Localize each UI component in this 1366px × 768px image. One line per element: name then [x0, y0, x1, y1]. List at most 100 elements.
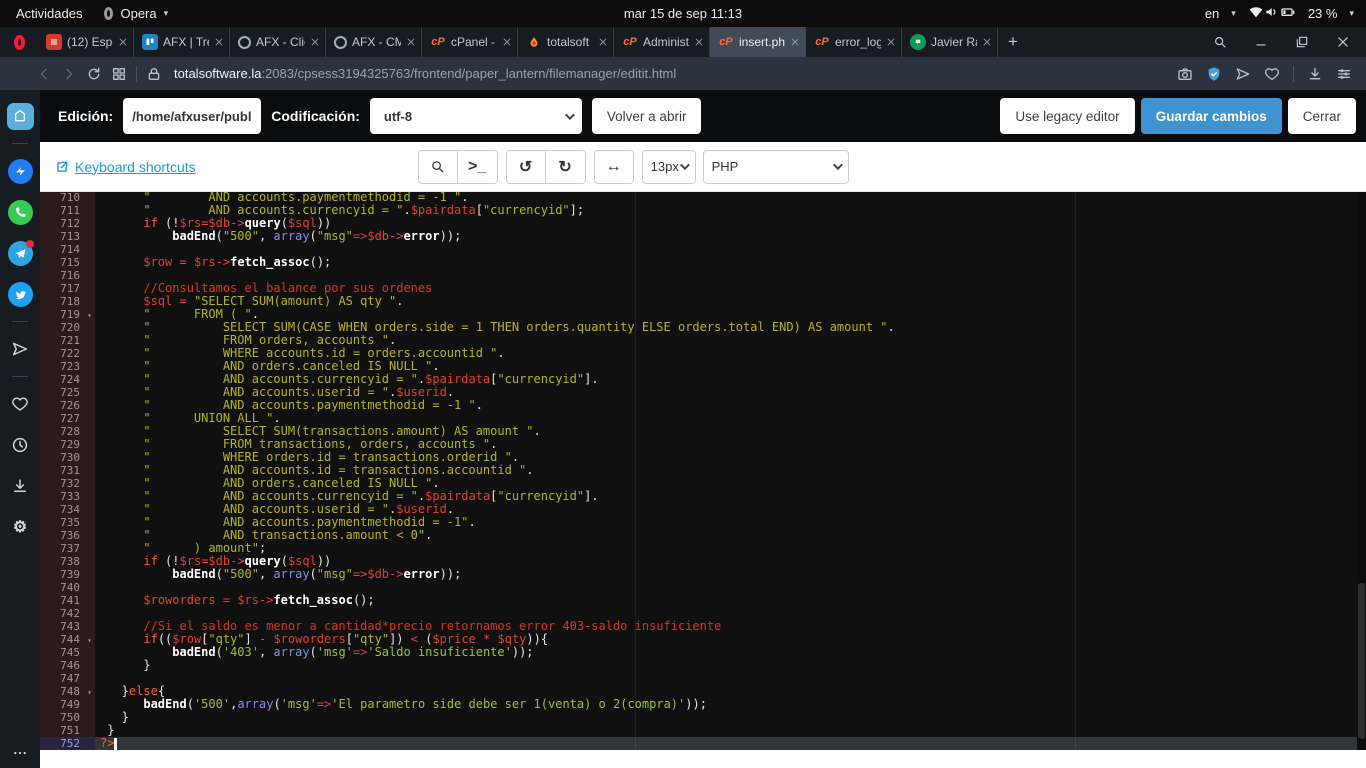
keyboard-shortcuts-link[interactable]: Keyboard shortcuts [55, 159, 196, 175]
line-number[interactable]: 737 [40, 542, 95, 555]
download-button[interactable] [0, 472, 40, 500]
terminal-button[interactable]: >_ [458, 150, 498, 184]
close-icon[interactable] [310, 37, 320, 47]
line-number[interactable]: 723 [40, 360, 95, 373]
close-icon[interactable] [982, 37, 992, 47]
undo-button[interactable]: ↺ [506, 150, 546, 184]
redo-button[interactable]: ↻ [546, 150, 586, 184]
tab-javier-ra[interactable]: Javier Ra [902, 27, 998, 57]
line-number[interactable]: 718 [40, 295, 95, 308]
line-number[interactable]: 722 [40, 347, 95, 360]
line-number[interactable]: 724 [40, 373, 95, 386]
line-number[interactable]: 719▾ [40, 308, 95, 321]
code-line-746[interactable]: 746 } [40, 659, 1366, 672]
file-path-input[interactable] [123, 98, 261, 134]
forward-icon[interactable] [61, 66, 77, 82]
close-icon[interactable] [1336, 35, 1350, 49]
line-number[interactable]: 752 [40, 737, 95, 750]
line-number[interactable]: 741 [40, 594, 95, 607]
telegram-button[interactable] [0, 239, 40, 267]
close-icon[interactable] [214, 37, 224, 47]
legacy-editor-button[interactable]: Use legacy editor [1000, 98, 1134, 134]
line-number[interactable]: 736 [40, 529, 95, 542]
line-number[interactable]: 715 [40, 256, 95, 269]
line-number[interactable]: 713 [40, 230, 95, 243]
battery-icon[interactable] [1280, 4, 1296, 20]
scrollbar-thumb[interactable] [1358, 583, 1365, 739]
code-line-741[interactable]: 741 $roworders = $rs->fetch_assoc(); [40, 594, 1366, 607]
code-line-715[interactable]: 715 $row = $rs->fetch_assoc(); [40, 256, 1366, 269]
activities-button[interactable]: Actividades [16, 6, 82, 21]
code-line-750[interactable]: 750 } [40, 711, 1366, 724]
close-icon[interactable] [118, 37, 128, 47]
code-line-751[interactable]: 751 } [40, 724, 1366, 737]
twitter-button[interactable] [0, 280, 40, 308]
line-number[interactable]: 735 [40, 516, 95, 529]
download-icon[interactable] [1307, 66, 1323, 82]
maximize-icon[interactable] [1295, 35, 1309, 49]
close-icon[interactable] [502, 37, 512, 47]
encoding-select[interactable]: utf-8 [370, 98, 582, 134]
line-number[interactable]: 732 [40, 477, 95, 490]
minimize-icon[interactable] [1254, 35, 1268, 49]
heart-icon[interactable] [1264, 66, 1280, 82]
line-number[interactable]: 716 [40, 269, 95, 282]
code-line-752[interactable]: 752?> [40, 737, 1366, 750]
camera-icon[interactable] [1177, 66, 1193, 82]
syntax-mode-select[interactable]: PHP [703, 150, 849, 184]
lock-icon[interactable] [146, 66, 162, 82]
line-number[interactable]: 743 [40, 620, 95, 633]
line-number[interactable]: 725 [40, 386, 95, 399]
gear-button[interactable]: ⚙ [0, 513, 40, 541]
sliders-icon[interactable] [1336, 66, 1352, 82]
app-menu-button[interactable]: Opera ▾ [104, 6, 168, 21]
code-line-747[interactable]: 747 [40, 672, 1366, 685]
search-icon[interactable] [1213, 35, 1227, 49]
code-line-739[interactable]: 739 badEnd("500", array("msg"=>$db->erro… [40, 568, 1366, 581]
tab-cpanel-f[interactable]: cPcPanel - F [422, 27, 518, 57]
line-number[interactable]: 733 [40, 490, 95, 503]
line-number[interactable]: 734 [40, 503, 95, 516]
editor-scrollbar[interactable] [1357, 192, 1366, 750]
line-number[interactable]: 729 [40, 438, 95, 451]
line-number[interactable]: 745 [40, 646, 95, 659]
line-number[interactable]: 710 [40, 192, 95, 204]
tab-afx-cm[interactable]: AFX - CM [326, 27, 422, 57]
tab-afx-clie[interactable]: AFX - Clie [230, 27, 326, 57]
volume-icon[interactable] [1264, 4, 1280, 20]
line-number[interactable]: 748▾ [40, 685, 95, 698]
messenger-button[interactable] [0, 157, 40, 185]
tab-error-log[interactable]: cPerror_log [806, 27, 902, 57]
line-number[interactable]: 742 [40, 607, 95, 620]
reopen-button[interactable]: Volver a abrir [592, 98, 702, 134]
line-number[interactable]: 747 [40, 672, 95, 685]
back-icon[interactable] [36, 66, 52, 82]
tab-insert-ph[interactable]: cPinsert.ph [710, 27, 806, 57]
speed-dial-home-button[interactable] [0, 102, 40, 130]
line-number[interactable]: 717 [40, 282, 95, 295]
close-icon[interactable] [598, 37, 608, 47]
close-icon[interactable] [886, 37, 896, 47]
reload-icon[interactable] [86, 66, 102, 82]
tab-totalsoft[interactable]: totalsoft [518, 27, 614, 57]
close-icon[interactable] [694, 37, 704, 47]
tab-afx-tre[interactable]: AFX | Tre [134, 27, 230, 57]
language-indicator[interactable]: en [1205, 6, 1219, 21]
line-number[interactable]: 720 [40, 321, 95, 334]
close-icon[interactable] [406, 37, 416, 47]
flow-send-button[interactable] [0, 335, 40, 363]
tab-administ[interactable]: cPAdminist [614, 27, 710, 57]
code-line-749[interactable]: 749 badEnd('500',array('msg'=>'El parame… [40, 698, 1366, 711]
line-number[interactable]: 728 [40, 425, 95, 438]
shield-check-icon[interactable] [1206, 66, 1222, 82]
line-number[interactable]: 740 [40, 581, 95, 594]
line-number[interactable]: 714 [40, 243, 95, 256]
code-line-745[interactable]: 745 badEnd('403', array('msg'=>'Saldo in… [40, 646, 1366, 659]
line-number[interactable]: 721 [40, 334, 95, 347]
line-number[interactable]: 727 [40, 412, 95, 425]
line-number[interactable]: 750 [40, 711, 95, 724]
line-number[interactable]: 730 [40, 451, 95, 464]
line-number[interactable]: 712 [40, 217, 95, 230]
line-number[interactable]: 739 [40, 568, 95, 581]
code-line-713[interactable]: 713 badEnd("500", array("msg"=>$db->erro… [40, 230, 1366, 243]
